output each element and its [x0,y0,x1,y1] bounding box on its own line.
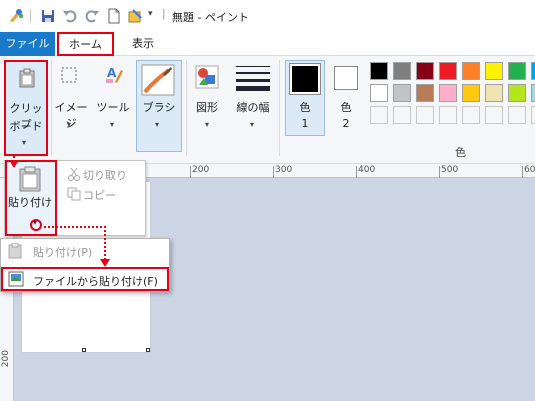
svg-text:A: A [107,66,117,80]
copy-button[interactable]: コピー [83,187,116,203]
ruler-tick [190,166,191,178]
paint-app-icon[interactable] [8,8,24,24]
palette-empty-swatch[interactable] [462,106,480,124]
chevron-down-icon[interactable]: ▾ [205,120,209,129]
colors-group-label: 色 [455,146,466,159]
shapes-button[interactable]: 図形 [188,100,226,116]
palette-swatch[interactable] [485,62,503,80]
properties-icon[interactable] [127,8,143,24]
annotation-arrow [104,226,106,260]
shapes-icon[interactable] [194,64,220,90]
brush-icon [141,64,175,96]
tab-file[interactable]: ファイル [0,32,55,56]
color1-number: 1 [301,117,309,130]
menu-item-paste-label: 貼り付け(P) [33,246,93,259]
clipboard-icon [19,68,35,88]
color2-label[interactable]: 色 [326,100,366,116]
paste-label: 貼り付け [8,196,52,209]
chevron-down-icon[interactable]: ▾ [22,138,26,147]
palette-empty-swatch[interactable] [439,106,457,124]
palette-empty-swatch[interactable] [485,106,503,124]
ruler-tick [522,166,523,178]
color2-number: 2 [342,117,350,130]
paste-dropdown-chevron-icon[interactable]: ▾ [33,218,37,227]
chevron-down-icon[interactable]: ▾ [110,120,114,129]
palette-swatch[interactable] [531,62,535,80]
menu-item-paste[interactable]: 貼り付け(P) [1,239,169,265]
line-width-icon[interactable] [236,64,270,92]
color1-swatch [289,63,321,95]
tab-view[interactable]: 表示 [128,32,158,56]
separator [30,9,31,23]
paste-dropdown-menu: 貼り付け(P) ファイルから貼り付け(F) [0,238,170,292]
palette-empty-swatch[interactable] [370,106,388,124]
palette-swatch[interactable] [508,84,526,102]
ruler-label: 200 [192,165,210,175]
chevron-down-icon[interactable]: ▾ [250,120,254,129]
color2-swatch[interactable] [334,66,358,90]
customize-chevron-icon[interactable]: ▾ [148,9,153,19]
cut-icon [68,167,80,181]
palette-swatch[interactable] [508,62,526,80]
title-bar: ▾ | 無題 - ペイント [0,0,535,32]
palette-swatch[interactable] [531,84,535,102]
annotation-arrowhead [9,160,19,168]
ruler-label: 200 [1,350,11,368]
palette-swatch[interactable] [370,62,388,80]
resize-handle[interactable] [82,348,86,352]
palette-swatch[interactable] [393,84,411,102]
paste-icon [8,243,22,259]
palette-swatch[interactable] [416,62,434,80]
menu-item-paste-from-file-label: ファイルから貼り付け(F) [33,275,158,288]
chevron-down-icon[interactable]: ▾ [155,120,159,129]
window-title: 無題 - ペイント [172,11,249,24]
ruler-label: 400 [358,165,376,175]
save-icon[interactable] [40,8,56,24]
ruler-tick [273,166,274,178]
ruler-label: 60 [524,165,535,175]
copy-icon [67,187,81,201]
paste-from-file-icon [8,271,24,287]
palette-empty-swatch[interactable] [531,106,535,124]
ribbon-tabs: ファイル ホーム 表示 [0,32,535,56]
ribbon: イメージ ▾ A ツール ▾ ブラシ ▾ 図形 ▾ 線の幅 ▾ 色 1 色 2 … [0,56,535,164]
annotation-arrowhead [100,259,110,267]
tools-icon[interactable]: A [103,64,125,86]
ruler-label: 500 [441,165,459,175]
ruler-label: 300 [275,165,293,175]
tools-button[interactable]: ツール [95,100,131,116]
cut-button[interactable]: 切り取り [83,167,127,183]
palette-swatch[interactable] [393,62,411,80]
palette-swatch[interactable] [370,84,388,102]
resize-handle[interactable] [146,348,150,352]
brush-label: ブラシ [142,101,176,114]
palette-swatch[interactable] [485,84,503,102]
palette-swatch[interactable] [416,84,434,102]
redo-icon[interactable] [84,8,100,24]
group-separator [279,60,280,156]
palette-swatch[interactable] [462,84,480,102]
ruler-tick [439,166,440,178]
group-separator [186,60,187,156]
menu-item-paste-from-file[interactable]: ファイルから貼り付け(F) [1,267,169,291]
title-separator: | [162,7,166,20]
palette-empty-swatch[interactable] [416,106,434,124]
paste-icon [19,166,41,192]
annotation-arrow [44,226,106,228]
palette-swatch[interactable] [439,84,457,102]
tab-home[interactable]: ホーム [57,32,114,56]
undo-icon[interactable] [62,8,78,24]
palette-empty-swatch[interactable] [508,106,526,124]
line-width-button[interactable]: 線の幅 [230,100,276,116]
ruler-tick [356,166,357,178]
clipboard-button[interactable]: クリップ ボード ▾ [4,60,48,156]
palette-swatch[interactable] [462,62,480,80]
palette-swatch[interactable] [439,62,457,80]
chevron-down-icon[interactable]: ▾ [67,120,71,129]
color1-label: 色 [299,101,311,114]
select-icon[interactable] [60,66,78,84]
palette-empty-swatch[interactable] [393,106,411,124]
new-icon[interactable] [106,8,122,24]
clipboard-label-line2: ボード [9,120,43,133]
